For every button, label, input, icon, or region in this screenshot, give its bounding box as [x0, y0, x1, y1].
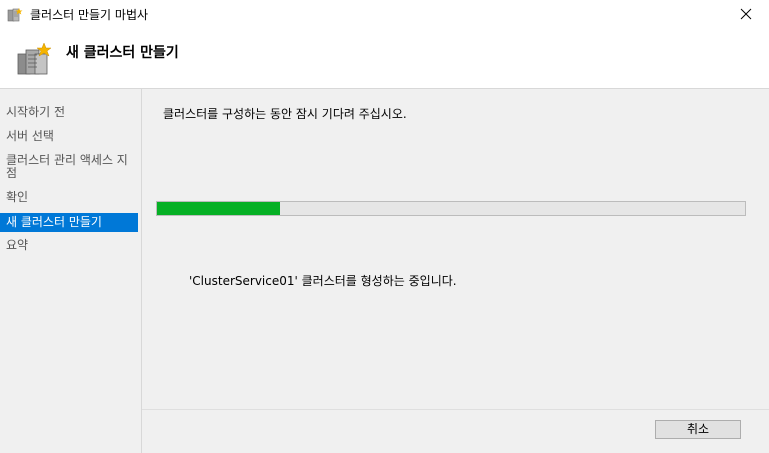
- status-text: 'ClusterService01' 클러스터를 형성하는 중입니다.: [189, 274, 457, 288]
- sidebar-item-label: 확인: [6, 190, 29, 204]
- wizard-content: 클러스터를 구성하는 동안 잠시 기다려 주십시오. 'ClusterServi…: [142, 89, 769, 409]
- cluster-wizard-icon: [7, 7, 23, 23]
- wizard-header: 새 클러스터 만들기: [0, 30, 769, 89]
- cluster-servers-icon: [16, 42, 52, 78]
- sidebar-item-label: 새 클러스터 만들기: [6, 215, 102, 229]
- close-button[interactable]: [723, 0, 769, 30]
- sidebar-item-summary[interactable]: 요약: [0, 239, 138, 252]
- close-icon: [740, 8, 752, 23]
- wizard-steps-sidebar: 시작하기 전 서버 선택 클러스터 관리 액세스 지점 확인 새 클러스터 만들…: [0, 89, 141, 453]
- window-title: 클러스터 만들기 마법사: [30, 8, 149, 22]
- sidebar-item-select-servers[interactable]: 서버 선택: [0, 130, 138, 143]
- sidebar-item-label: 요약: [6, 238, 29, 252]
- cancel-button[interactable]: 취소: [655, 420, 741, 439]
- progress-bar-fill: [157, 202, 281, 215]
- sidebar-item-label: 서버 선택: [6, 129, 54, 143]
- page-title: 새 클러스터 만들기: [66, 45, 179, 61]
- instruction-text: 클러스터를 구성하는 동안 잠시 기다려 주십시오.: [163, 107, 407, 121]
- sidebar-item-create-cluster[interactable]: 새 클러스터 만들기: [0, 213, 138, 232]
- progress-bar: [156, 201, 746, 216]
- footer-divider: [142, 409, 769, 410]
- sidebar-item-before-you-begin[interactable]: 시작하기 전: [0, 106, 138, 119]
- title-bar: 클러스터 만들기 마법사: [0, 0, 769, 30]
- sidebar-item-label: 시작하기 전: [6, 105, 66, 119]
- sidebar-item-access-point[interactable]: 클러스터 관리 액세스 지점: [0, 154, 128, 180]
- sidebar-item-label: 클러스터 관리 액세스 지점: [6, 153, 128, 180]
- sidebar-item-confirmation[interactable]: 확인: [0, 191, 138, 204]
